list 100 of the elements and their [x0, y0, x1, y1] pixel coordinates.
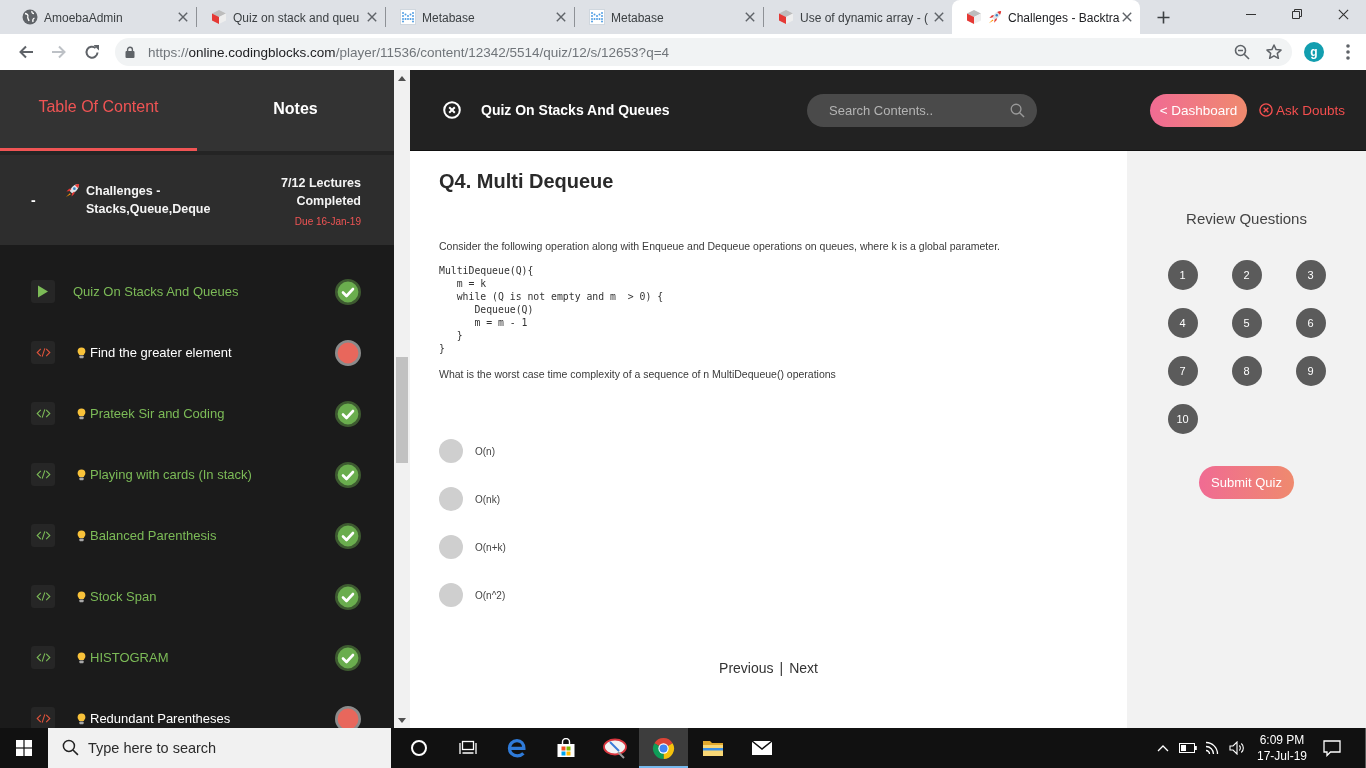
back-arrow-icon[interactable] — [18, 44, 34, 60]
globe-icon — [22, 9, 38, 25]
lesson-link[interactable]: HISTOGRAM — [90, 650, 169, 665]
wifi-icon[interactable] — [1205, 741, 1220, 755]
chevron-up-icon[interactable] — [1157, 744, 1169, 752]
ring-icon — [409, 739, 428, 757]
close-tab-icon[interactable] — [934, 12, 944, 22]
ask-doubts-link[interactable]: Ask Doubts — [1258, 102, 1345, 118]
more-menu-icon[interactable] — [1346, 44, 1350, 60]
quiz-title: Quiz On Stacks And Queues — [481, 102, 670, 118]
chrome-icon — [652, 736, 675, 760]
close-tab-icon[interactable] — [556, 12, 566, 22]
radio-button[interactable] — [439, 487, 463, 511]
radio-button[interactable] — [439, 535, 463, 559]
next-link[interactable]: Next — [789, 660, 818, 676]
clock-time[interactable]: 6:09 PM — [1259, 732, 1305, 748]
lightbulb-icon — [77, 346, 86, 359]
search-icon — [62, 739, 79, 756]
question-number-button[interactable]: 6 — [1295, 308, 1326, 338]
scrollbar[interactable] — [394, 70, 410, 728]
browser-tab[interactable]: Metabase — [386, 0, 574, 34]
close-tab-icon[interactable] — [745, 12, 755, 22]
search-field[interactable]: Search Contents.. — [807, 93, 1037, 127]
question-number-button[interactable]: 10 — [1167, 404, 1198, 434]
due-date: Due 16-Jan-19 — [294, 215, 361, 227]
option-label: O(nk) — [475, 493, 500, 505]
pager-separator: | — [779, 660, 784, 676]
close-tab-icon[interactable] — [1122, 12, 1132, 22]
lightbulb-icon — [77, 529, 86, 542]
restore-icon[interactable] — [1292, 9, 1302, 19]
taskbar-search-field[interactable]: Type here to search — [48, 728, 391, 768]
cube-icon — [966, 9, 982, 25]
question-number-button[interactable]: 3 — [1295, 260, 1326, 290]
notification-icon[interactable] — [1323, 739, 1341, 757]
scroll-up-icon[interactable] — [398, 75, 406, 81]
taskbar-app-button[interactable] — [639, 728, 688, 768]
play-icon — [31, 280, 55, 303]
question-number-button[interactable]: 7 — [1167, 356, 1198, 386]
close-circle-icon[interactable] — [443, 101, 461, 119]
clock-date[interactable]: 17-Jul-19 — [1257, 748, 1307, 764]
minimize-icon[interactable] — [1246, 13, 1256, 15]
reload-icon[interactable] — [84, 44, 100, 60]
code-icon — [31, 524, 55, 547]
url-text: https://online.codingblocks.com/player/11536/content/12342/5514/quiz/12/s/12653?q=4 — [148, 44, 671, 60]
lightbulb-icon — [77, 590, 86, 603]
radio-button[interactable] — [439, 439, 463, 463]
browser-tab[interactable]: Use of dynamic array - ( — [764, 0, 952, 34]
radio-button[interactable] — [439, 583, 463, 607]
star-icon[interactable] — [1266, 44, 1282, 60]
close-tab-icon[interactable] — [367, 12, 377, 22]
lock-icon — [125, 46, 135, 58]
lesson-link[interactable]: Redundant Parentheses — [90, 711, 231, 726]
lesson-link[interactable]: Playing with cards (In stack) — [90, 467, 252, 482]
speaker-icon[interactable] — [1228, 741, 1244, 755]
collapse-toggle[interactable]: - — [31, 192, 65, 208]
browser-tab[interactable]: Challenges - Backtra — [952, 0, 1140, 34]
code-icon — [31, 341, 55, 364]
sidebar-tab[interactable]: Notes — [197, 70, 394, 151]
close-tab-icon[interactable] — [178, 12, 188, 22]
scroll-down-icon[interactable] — [398, 717, 406, 723]
envelope-icon — [750, 740, 773, 756]
e-logo-icon — [505, 737, 528, 759]
question-prompt: What is the worst case time complexity of a sequence of n MultiDequeue() operations — [439, 367, 837, 381]
lightbulb-icon — [77, 407, 86, 420]
lesson-link[interactable]: Quiz On Stacks And Queues — [73, 284, 239, 299]
code-icon — [31, 402, 55, 425]
battery-icon[interactable] — [1178, 743, 1197, 753]
question-title: Q4. Multi Dequeue — [439, 169, 615, 193]
question-number-button[interactable]: 5 — [1231, 308, 1262, 338]
zoom-out-icon[interactable] — [1234, 44, 1250, 60]
review-title: Review Questions — [1186, 209, 1307, 229]
drawing-app-icon — [601, 737, 628, 759]
lesson-link[interactable]: Balanced Parenthesis — [90, 528, 217, 543]
rocket-icon — [988, 10, 1002, 24]
address-bar[interactable]: https://online.codingblocks.com/player/11536/content/12342/5514/quiz/12/s/12653?q=4 — [115, 38, 1292, 66]
browser-tab[interactable]: AmoebaAdmin — [8, 0, 196, 34]
question-number-button[interactable]: 2 — [1231, 260, 1262, 290]
grid-logo-icon — [589, 9, 605, 25]
windows-logo-icon[interactable] — [16, 740, 32, 756]
plus-icon[interactable] — [1157, 10, 1170, 24]
close-icon[interactable] — [1337, 8, 1349, 20]
lesson-link[interactable]: Stock Span — [90, 589, 157, 604]
question-number-button[interactable]: 8 — [1231, 356, 1262, 386]
option-label: O(n^2) — [475, 589, 506, 601]
lesson-link[interactable]: Prateek Sir and Coding — [90, 406, 225, 421]
browser-tab[interactable]: Metabase — [575, 0, 763, 34]
option-label: O(n) — [475, 445, 495, 457]
lightbulb-icon — [77, 651, 86, 664]
close-circle-icon — [1258, 103, 1273, 117]
question-number-button[interactable]: 9 — [1295, 356, 1326, 386]
question-number-button[interactable]: 1 — [1167, 260, 1198, 290]
cube-icon — [778, 9, 794, 25]
lesson-link[interactable]: Find the greater element — [90, 345, 232, 360]
code-snippet: MultiDequeue(Q){ m = k while (Q is not empty and m > 0) { Dequeue(Q) m = m - 1 } } — [439, 264, 664, 355]
grid-logo-icon — [400, 9, 416, 25]
browser-tab[interactable]: Quiz on stack and queu — [197, 0, 385, 34]
question-number-button[interactable]: 4 — [1167, 308, 1198, 338]
scrollbar-thumb[interactable] — [396, 357, 408, 463]
rocket-icon — [65, 183, 80, 198]
previous-link[interactable]: Previous — [719, 660, 774, 676]
